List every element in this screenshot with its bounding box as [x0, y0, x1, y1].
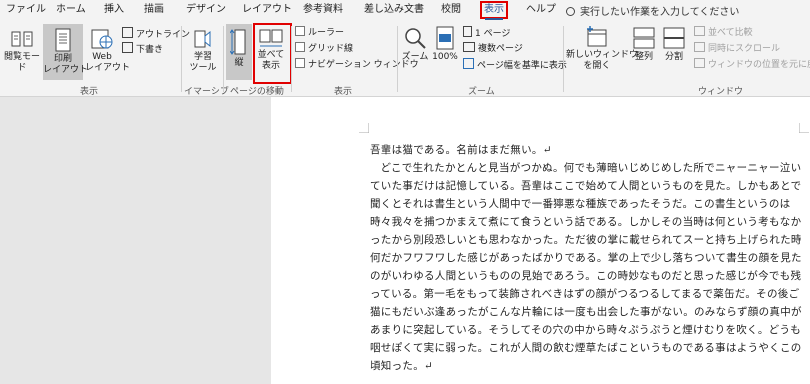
new-window-button[interactable]: 新しいウィンドウ を開く [566, 26, 638, 72]
document-text[interactable]: 吾輩は猫である。名前はまだ無い。↵ どこで生れたかとんと見当がつかぬ。何でも薄暗… [370, 141, 806, 375]
tab-view[interactable]: 表示 [480, 1, 508, 20]
page-width-icon [463, 58, 474, 69]
draft-button[interactable]: 下書き [122, 42, 163, 56]
magnifier-icon [405, 28, 426, 49]
split-button[interactable]: 分割 [660, 26, 688, 63]
corner-mark-left [359, 123, 369, 133]
search-icon [566, 7, 575, 16]
page-icon [55, 28, 71, 52]
separator [563, 26, 564, 92]
tab-draw[interactable]: 描画 [144, 3, 164, 17]
page-width-button[interactable]: ページ幅を基準に表示 [463, 58, 567, 72]
outline-icon [122, 27, 133, 38]
one-page-button[interactable]: 1 ページ [463, 26, 510, 40]
view-side-by-side-button[interactable]: 並べて比較 [694, 26, 753, 39]
ribbon-tab-bar: ファイル ホーム 挿入 描画 デザイン レイアウト 参考資料 差し込み文書 校閲… [0, 0, 810, 22]
zoom-button[interactable]: ズーム [401, 26, 429, 63]
ribbon-view: 閲覧モード 印刷 レイアウト Web レイアウト アウトライン 下書き 表示 学… [0, 22, 810, 97]
arrange-icon [633, 27, 655, 49]
tab-insert[interactable]: 挿入 [104, 3, 124, 17]
side-by-side-icon [694, 26, 705, 36]
tab-review[interactable]: 校閲 [441, 3, 461, 17]
document-page[interactable]: 吾輩は猫である。名前はまだ無い。↵ どこで生れたかとんと見当がつかぬ。何でも薄暗… [271, 97, 810, 384]
group-window-label: ウィンドウ [698, 87, 744, 97]
new-window-icon [587, 26, 607, 47]
print-layout-button[interactable]: 印刷 レイアウト [43, 24, 88, 80]
web-layout-button[interactable]: Web レイアウト [85, 28, 130, 74]
vertical-button[interactable]: 縦 [226, 24, 252, 80]
vertical-pages-icon [230, 29, 246, 55]
gridlines-checkbox[interactable]: グリッド線 [295, 42, 353, 55]
one-page-icon [463, 26, 472, 37]
checkbox-icon [295, 26, 305, 36]
highlight-box [253, 23, 292, 84]
speaker-book-icon [194, 30, 211, 48]
separator [181, 26, 182, 92]
arrange-all-button[interactable]: 整列 [630, 26, 658, 63]
group-show-label: 表示 [334, 87, 353, 97]
tell-me-search[interactable]: 実行したい作業を入力してください [566, 3, 739, 18]
read-mode-button[interactable]: 閲覧モード [4, 28, 40, 74]
separator [291, 26, 292, 92]
synchronous-scrolling-button[interactable]: 同時にスクロール [694, 42, 780, 55]
split-icon [663, 27, 685, 49]
100-percent-icon [436, 26, 454, 50]
reset-window-position-button[interactable]: ウィンドウの位置を元に戻す [694, 58, 810, 71]
globe-icon [91, 29, 113, 49]
paragraph-2: どこで生れたかとんと見当がつかぬ。何でも薄暗いじめじめした所でニャーニャー泣いて… [370, 162, 802, 372]
outline-button[interactable]: アウトライン [122, 27, 190, 41]
group-zoom-label: ズーム [468, 87, 495, 97]
group-views-label: 表示 [80, 87, 99, 97]
separator [397, 26, 398, 92]
multiple-pages-icon [463, 42, 475, 52]
corner-mark-right [799, 123, 809, 133]
tab-help[interactable]: ヘルプ [526, 3, 556, 17]
tab-design[interactable]: デザイン [186, 3, 226, 17]
ruler-checkbox[interactable]: ルーラー [295, 26, 344, 39]
tab-home[interactable]: ホーム [56, 3, 86, 17]
multiple-pages-button[interactable]: 複数ページ [463, 42, 523, 55]
reset-position-icon [694, 58, 705, 68]
tab-file[interactable]: ファイル [6, 3, 46, 17]
checkbox-icon [295, 58, 305, 68]
tab-layout[interactable]: レイアウト [242, 3, 292, 17]
tab-mailings[interactable]: 差し込み文書 [364, 3, 424, 17]
zoom-100-button[interactable]: 100% [430, 26, 460, 63]
draft-icon [122, 42, 133, 53]
checkbox-icon [295, 42, 305, 52]
separator [223, 26, 224, 92]
group-page-movement-label: ページの移動 [230, 87, 284, 97]
tab-references[interactable]: 参考資料 [303, 3, 343, 17]
paragraph-1: 吾輩は猫である。名前はまだ無い。↵ [370, 144, 552, 156]
learning-tools-button[interactable]: 学習 ツール [188, 26, 218, 74]
sync-scroll-icon [694, 42, 705, 52]
book-icon [11, 31, 33, 47]
document-area: 吾輩は猫である。名前はまだ無い。↵ どこで生れたかとんと見当がつかぬ。何でも薄暗… [0, 97, 810, 384]
